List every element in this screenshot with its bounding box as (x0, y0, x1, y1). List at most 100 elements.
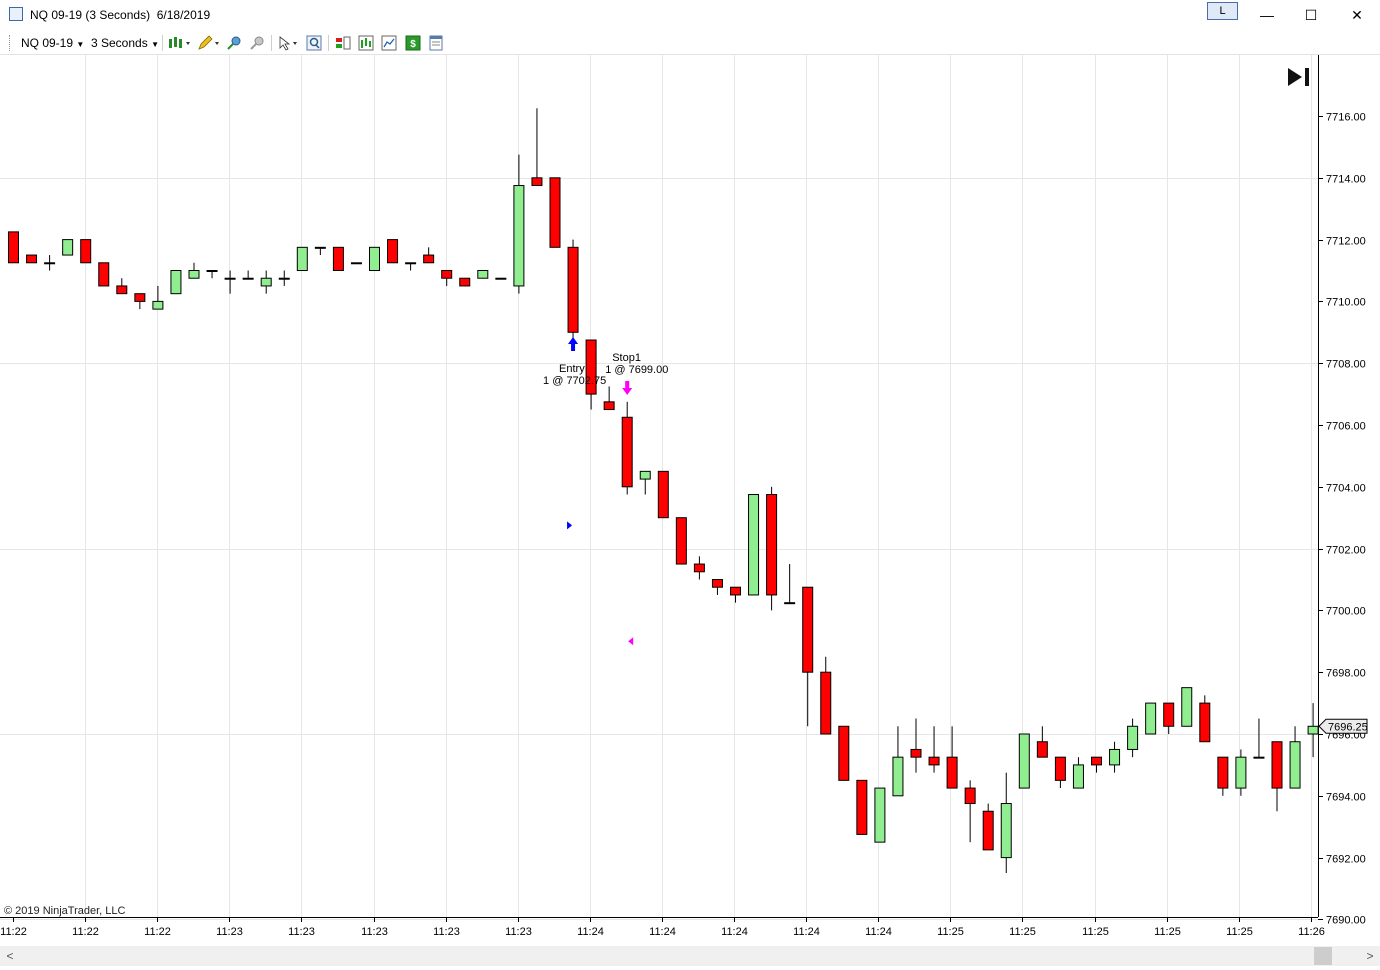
candle (1217, 756, 1229, 796)
candle (314, 246, 326, 256)
time-tick-label: 11:25 (1226, 926, 1253, 938)
time-tick-label: 11:24 (721, 926, 748, 938)
candle-body (1307, 725, 1319, 735)
candlestick-series (8, 108, 1319, 874)
chevron-down-icon: ▼ (76, 40, 85, 49)
candle-body (1054, 756, 1066, 781)
drawing-tool-icon[interactable] (197, 35, 221, 51)
candle-body (820, 671, 832, 735)
strategies-icon[interactable] (335, 35, 351, 51)
price-tick-label: 7694.00 (1326, 792, 1366, 804)
candle-body (621, 416, 633, 488)
candle-body (459, 277, 471, 287)
candle-body (1091, 756, 1102, 766)
indicators-icon[interactable] (358, 35, 374, 51)
chevron-right-icon[interactable]: > (1360, 946, 1380, 966)
candle-body (387, 239, 399, 264)
candle (8, 231, 19, 264)
zoom-in-icon[interactable] (226, 35, 242, 51)
candle (693, 556, 705, 580)
candle-body (242, 277, 254, 280)
time-tick-label: 11:25 (937, 926, 964, 938)
candle-body (1163, 702, 1175, 727)
candle-body (314, 246, 326, 249)
candle (621, 401, 633, 495)
price-axis[interactable]: 7716.00 7714.00 7712.00 7710.00 7708.00 7706.… (1318, 55, 1368, 927)
candle (369, 246, 380, 271)
candle-body (603, 401, 615, 411)
candle-body (423, 254, 435, 264)
toolbar-separator (162, 35, 163, 51)
candle-body (928, 756, 940, 766)
magnifier-icon[interactable] (306, 35, 322, 51)
candle-body (1109, 748, 1121, 766)
candle-body (1018, 733, 1030, 789)
candle (405, 262, 417, 271)
candle-body (982, 810, 994, 851)
time-tick-label: 11:25 (1082, 926, 1109, 938)
price-tick-label: 7712.00 (1326, 236, 1366, 248)
bar-style-icon[interactable] (168, 35, 192, 51)
stop-label-top: Stop1 (612, 352, 641, 364)
candle (116, 278, 128, 295)
candle-body (549, 177, 561, 248)
candle (711, 579, 723, 595)
maximize-button[interactable]: ☐ (1288, 0, 1334, 30)
interval-selector[interactable]: 3 Seconds ▼ (91, 36, 159, 50)
candle (350, 262, 362, 265)
candle (224, 270, 236, 294)
candle-body (748, 494, 760, 596)
pointer-icon[interactable] (277, 35, 301, 51)
instrument-label: NQ 09-19 (21, 36, 74, 50)
instrument-selector[interactable]: NQ 09-19 ▼ (21, 36, 84, 50)
candle (639, 470, 651, 495)
properties-icon[interactable] (428, 35, 444, 51)
candle-body (838, 725, 850, 781)
copyright-text: © 2019 NinjaTrader, LLC (4, 905, 126, 917)
candle (1036, 726, 1048, 758)
candle-body (260, 277, 272, 287)
horizontal-scrollbar[interactable]: < > (0, 946, 1380, 966)
candle (748, 494, 760, 596)
candle-body (98, 262, 110, 287)
candle-body (26, 254, 38, 264)
time-tick-label: 11:24 (865, 926, 892, 938)
candle-body (675, 517, 687, 565)
chevron-left-icon[interactable]: < (0, 946, 20, 966)
minimize-button[interactable]: — (1244, 0, 1290, 30)
candle (1289, 726, 1301, 789)
candle (1307, 703, 1319, 758)
candle (387, 239, 399, 264)
candle-body (766, 494, 778, 596)
scroll-to-end-icon[interactable] (1286, 66, 1312, 88)
price-chart[interactable]: Entry1 @ 7702.75 Stop11 @ 7699.00 7716.00… (0, 55, 1380, 946)
candle-body (1036, 741, 1048, 758)
chart-trader-icon[interactable] (381, 35, 397, 51)
scrollbar-thumb[interactable] (1314, 947, 1332, 965)
chevron-down-icon: ▼ (151, 40, 159, 49)
toolbar-separator (328, 35, 329, 51)
candle (1199, 695, 1211, 743)
candle (423, 247, 435, 264)
candle-body (405, 262, 417, 265)
candle (766, 486, 778, 611)
candle (441, 270, 453, 286)
stop-label-bottom: 1 @ 7699.00 (605, 364, 668, 376)
candle-body (1072, 764, 1084, 789)
price-tick-label: 7704.00 (1326, 483, 1366, 495)
entry-price-marker-icon (567, 521, 573, 530)
time-axis[interactable]: 11:22 11:22 11:22 11:23 11:23 11:23 11:23 11:23… (0, 917, 1325, 938)
close-button[interactable]: ✕ (1334, 0, 1380, 30)
link-button[interactable]: L (1207, 2, 1238, 20)
time-tick-label: 11:22 (72, 926, 99, 938)
toolbar-separator (271, 35, 272, 51)
candle (1054, 756, 1066, 789)
candle (1163, 702, 1175, 734)
price-tick-label: 7710.00 (1326, 297, 1366, 309)
candle (513, 154, 525, 294)
candle-body (224, 277, 236, 280)
time-tick-label: 11:22 (0, 926, 27, 938)
dollar-icon[interactable]: $ (405, 35, 421, 51)
candle (1072, 757, 1084, 789)
zoom-out-icon[interactable] (249, 35, 265, 51)
